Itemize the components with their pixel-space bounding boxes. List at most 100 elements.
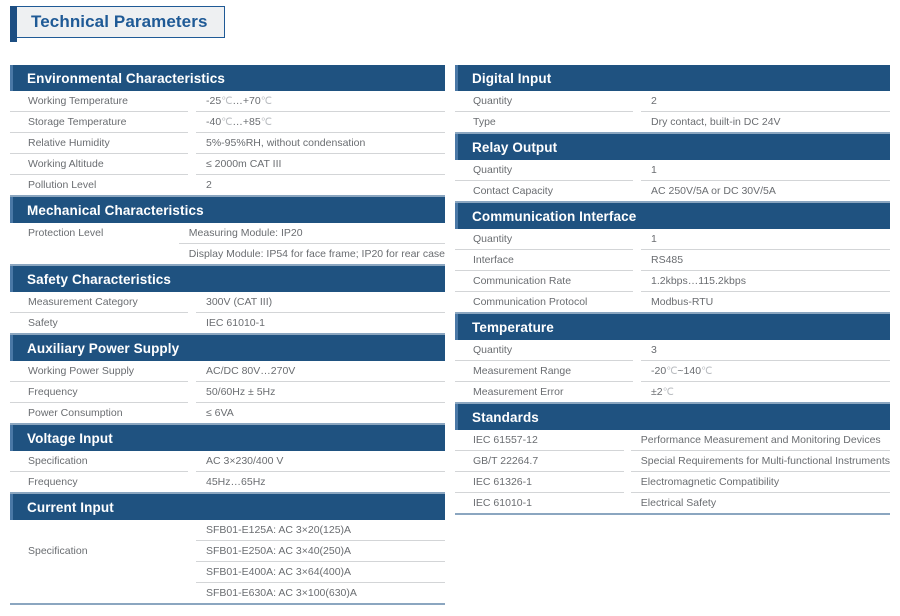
spec-block: Temperature Quantity 3 Measurement Range -20… [455,314,890,404]
section-header: Communication Interface [455,203,890,229]
column-gap [633,229,641,250]
column-gap [188,292,196,313]
spec-block: Auxiliary Power Supply Working Power Supp… [10,335,445,425]
column-gap [188,91,196,112]
spec-value: AC 3×230/400 V [196,451,445,472]
table-row: Frequency 45Hz…65Hz [10,472,445,493]
table-row: Communication Rate 1.2kbps…115.2kbps [455,270,890,292]
table-row: Storage Temperature -40℃…+85℃ [10,111,445,133]
table-row: Power Consumption ≤ 6VA [10,403,445,424]
spec-value: 2 [641,91,890,112]
section-header-label: Standards [472,409,539,425]
spec-block: Mechanical Characteristics Protection Lev… [10,197,445,266]
section-header-label: Safety Characteristics [27,271,172,287]
spec-value: SFB01-E630A: AC 3×100(630)A [206,587,357,599]
section-header: Environmental Characteristics [10,65,445,91]
column-gap [188,472,196,493]
column-gap [633,340,641,361]
table-row: Quantity 3 [455,340,890,361]
spec-label [10,562,188,583]
column-gap [633,382,641,403]
table-row: Specification AC 3×230/400 V [10,451,445,472]
section-header: Standards [455,404,890,430]
spec-value: 1 [641,229,890,250]
degree-celsius-icon: ℃ [701,366,713,377]
spec-value: 50/60Hz ± 5Hz [196,381,445,403]
section-header: Voltage Input [10,425,445,451]
table-row: Contact Capacity AC 250V/5A or DC 30V/5A [455,181,890,202]
table-row: Quantity 2 [455,91,890,112]
spec-label: Protection Level [28,227,104,240]
table-row: Protection Level Measuring Module: IP20 [10,223,445,244]
spec-row-group: Quantity 1 Interface RS485 Communication Rat… [455,229,890,312]
spec-column-right: Digital Input Quantity 2 Type Dry contact, b… [455,65,890,515]
column-gap [188,583,196,604]
table-row: Working Power Supply AC/DC 80V…270V [10,361,445,382]
spec-label: Frequency [10,381,188,403]
spec-block: Standards IEC 61557-12 Performance Measure… [455,404,890,515]
spec-value: 300V (CAT III) [196,292,445,313]
spec-value: -25℃…+70℃ [196,91,445,112]
section-header: Mechanical Characteristics [10,197,445,223]
column-gap [188,133,196,154]
spec-column-left: Environmental Characteristics Working Tem… [10,65,445,605]
table-row: Working Temperature -25℃…+70℃ [10,91,445,112]
spec-value: Performance Measurement and Monitoring D… [630,430,890,451]
spec-label: Working Temperature [10,91,188,112]
spec-row-group: Protection Level Measuring Module: IP20 Di… [10,223,445,264]
column-gap [188,451,196,472]
degree-celsius-icon: ℃ [260,117,272,128]
spec-value: RS485 [641,249,890,271]
spec-row-group: Measurement Category 300V (CAT III) Safety… [10,292,445,333]
column-gap [633,112,641,133]
spec-value: ±2℃ [651,386,674,398]
spec-value: Dry contact, built-in DC 24V [651,116,781,128]
column-gap [633,160,641,181]
section-header: Relay Output [455,134,890,160]
spec-value: Electromagnetic Compatibility [630,471,890,493]
spec-block: Communication Interface Quantity 1 Interfac… [455,203,890,314]
spec-value: 45Hz…65Hz [206,476,266,488]
spec-label: Safety [28,317,58,329]
table-row: Specification SFB01-E250A: AC 3×40(250)A [10,540,445,562]
table-row: Quantity 1 [455,229,890,250]
spec-value: SFB01-E125A: AC 3×20(125)A [196,520,445,541]
column-gap [633,292,641,313]
spec-label: Contact Capacity [473,185,553,197]
spec-value: 5%-95%RH, without condensation [196,132,445,154]
spec-value: ≤ 2000m CAT III [196,153,445,175]
section-header: Safety Characteristics [10,266,445,292]
column-gap [188,313,196,334]
spec-value: Display Module: IP54 for face frame; IP2… [188,248,445,260]
table-row: SFB01-E400A: AC 3×64(400)A [10,561,445,583]
section-header: Temperature [455,314,890,340]
spec-row-group: Quantity 1 Contact Capacity AC 250V/5A or D… [455,160,890,201]
section-header-label: Mechanical Characteristics [27,202,204,218]
table-row: Type Dry contact, built-in DC 24V [455,112,890,133]
column-gap [624,493,631,514]
spec-label: Working Power Supply [10,361,188,382]
table-row: Interface RS485 [455,249,890,271]
spec-label: Measurement Category [10,292,188,313]
table-row: Measurement Range -20℃~140℃ [455,360,890,382]
degree-celsius-icon: ℃ [260,96,272,107]
column-gap [624,430,631,451]
table-row: SFB01-E125A: AC 3×20(125)A [10,520,445,541]
spec-value: ≤ 6VA [206,407,234,419]
spec-label: Specification [10,451,188,472]
spec-row-group: Quantity 2 Type Dry contact, built-in DC 24… [455,91,890,132]
spec-label: Quantity [455,229,633,250]
table-row: IEC 61557-12 Performance Measurement and … [455,430,890,451]
spec-label: Quantity [455,340,633,361]
spec-label [10,520,188,541]
section-header: Current Input [10,494,445,520]
section-header-label: Communication Interface [472,208,637,224]
spec-label: Measurement Range [455,360,633,382]
spec-block: Voltage Input Specification AC 3×230/400 V… [10,425,445,494]
section-header-label: Environmental Characteristics [27,70,225,86]
spec-value: 1.2kbps…115.2kbps [641,270,890,292]
section-header-label: Voltage Input [27,430,113,446]
spec-label: Pollution Level [28,179,97,191]
column-gap [188,520,196,541]
spec-label: Power Consumption [28,407,123,419]
